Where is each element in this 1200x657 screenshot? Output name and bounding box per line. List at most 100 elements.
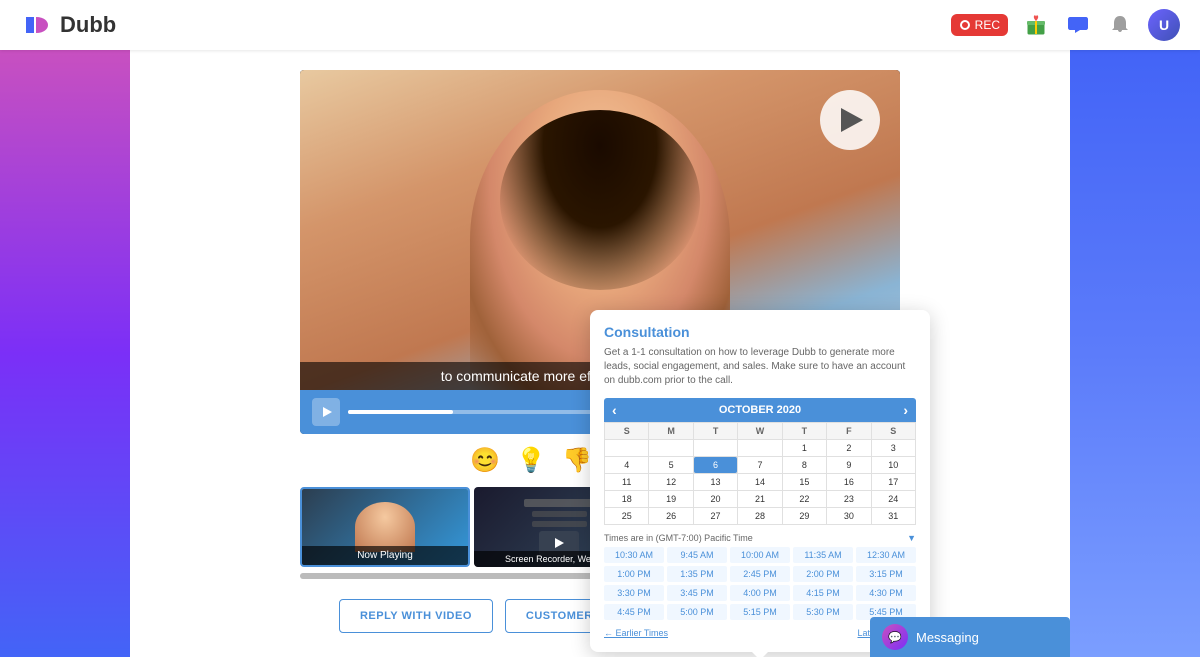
cal-day-25[interactable]: 25 bbox=[605, 508, 648, 524]
ctrl-play-button[interactable] bbox=[312, 398, 340, 426]
content-area: to communicate more efficiently, more pe… bbox=[130, 50, 1070, 657]
cal-day-16[interactable]: 16 bbox=[827, 474, 870, 490]
cal-day-11[interactable]: 11 bbox=[605, 474, 648, 490]
cal-day-1[interactable]: 1 bbox=[783, 440, 826, 456]
emoji-thumbsdown[interactable]: 👎 bbox=[562, 446, 592, 475]
cal-empty-2 bbox=[649, 440, 692, 456]
chat-icon bbox=[1067, 14, 1089, 36]
time-slot-8[interactable]: 2:45 PM bbox=[730, 566, 790, 582]
gift-icon bbox=[1025, 14, 1047, 36]
popup-title: Consultation bbox=[604, 324, 916, 340]
time-slot-17[interactable]: 5:00 PM bbox=[667, 604, 727, 620]
user-avatar[interactable]: U bbox=[1148, 9, 1180, 41]
cal-day-30[interactable]: 30 bbox=[827, 508, 870, 524]
time-slot-10[interactable]: 3:15 PM bbox=[856, 566, 916, 582]
time-slot-4[interactable]: 11:35 AM bbox=[793, 547, 853, 563]
consultation-popup: Consultation Get a 1-1 consultation on h… bbox=[590, 310, 930, 652]
cal-day-22[interactable]: 22 bbox=[783, 491, 826, 507]
record-icon bbox=[959, 19, 971, 31]
time-slot-1[interactable]: 10:30 AM bbox=[604, 547, 664, 563]
times-label-row: Times are in (GMT-7:00) Pacific Time ▼ bbox=[604, 533, 916, 543]
now-playing-label: Now Playing bbox=[302, 546, 468, 565]
cal-day-31[interactable]: 31 bbox=[872, 508, 915, 524]
cal-day-21[interactable]: 21 bbox=[738, 491, 781, 507]
cal-day-20[interactable]: 20 bbox=[694, 491, 737, 507]
time-slot-16[interactable]: 4:45 PM bbox=[604, 604, 664, 620]
time-slot-13[interactable]: 4:00 PM bbox=[730, 585, 790, 601]
timezone-dropdown[interactable]: ▼ bbox=[907, 533, 916, 543]
cal-day-t2: T bbox=[783, 423, 826, 439]
logo-text: Dubb bbox=[60, 12, 116, 38]
cal-day-10[interactable]: 10 bbox=[872, 457, 915, 473]
time-slot-18[interactable]: 5:15 PM bbox=[730, 604, 790, 620]
cal-empty-3 bbox=[694, 440, 737, 456]
cal-day-8[interactable]: 8 bbox=[783, 457, 826, 473]
chat-icon-btn[interactable] bbox=[1064, 11, 1092, 39]
record-label: REC bbox=[975, 18, 1000, 32]
cal-day-5[interactable]: 5 bbox=[649, 457, 692, 473]
cal-day-14[interactable]: 14 bbox=[738, 474, 781, 490]
calendar-grid: S M T W T F S 1 2 3 4 5 bbox=[604, 422, 916, 525]
cal-day-f: F bbox=[827, 423, 870, 439]
cal-day-19[interactable]: 19 bbox=[649, 491, 692, 507]
cal-prev-button[interactable]: ‹ bbox=[612, 402, 617, 418]
cal-day-12[interactable]: 12 bbox=[649, 474, 692, 490]
cal-day-13[interactable]: 13 bbox=[694, 474, 737, 490]
ctrl-play-icon bbox=[323, 407, 332, 417]
play-button-overlay[interactable] bbox=[820, 90, 880, 150]
left-sidebar bbox=[0, 50, 130, 657]
cal-day-23[interactable]: 23 bbox=[827, 491, 870, 507]
cal-day-18[interactable]: 18 bbox=[605, 491, 648, 507]
time-slot-19[interactable]: 5:30 PM bbox=[793, 604, 853, 620]
cal-day-24[interactable]: 24 bbox=[872, 491, 915, 507]
thumb-item-1[interactable]: Now Playing bbox=[300, 487, 470, 567]
header: Dubb REC U bbox=[0, 0, 1200, 50]
popup-description: Get a 1-1 consultation on how to leverag… bbox=[604, 346, 916, 388]
time-slot-6[interactable]: 1:00 PM bbox=[604, 566, 664, 582]
time-slot-12[interactable]: 3:45 PM bbox=[667, 585, 727, 601]
cal-day-m: M bbox=[649, 423, 692, 439]
time-slot-15[interactable]: 4:30 PM bbox=[856, 585, 916, 601]
times-label: Times are in (GMT-7:00) Pacific Time bbox=[604, 533, 753, 543]
cal-day-w: W bbox=[738, 423, 781, 439]
messaging-bar[interactable]: 💬 Messaging bbox=[870, 617, 1070, 657]
emoji-smile[interactable]: 😊 bbox=[470, 446, 500, 475]
cal-day-t1: T bbox=[694, 423, 737, 439]
cal-day-17[interactable]: 17 bbox=[872, 474, 915, 490]
calendar-month: OCTOBER 2020 bbox=[719, 404, 801, 416]
cal-day-4[interactable]: 4 bbox=[605, 457, 648, 473]
cal-day-6[interactable]: 6 bbox=[694, 457, 737, 473]
cal-day-3[interactable]: 3 bbox=[872, 440, 915, 456]
bell-icon bbox=[1109, 14, 1131, 36]
time-slot-2[interactable]: 9:45 AM bbox=[667, 547, 727, 563]
time-slot-11[interactable]: 3:30 PM bbox=[604, 585, 664, 601]
earlier-times-link[interactable]: ← Earlier Times bbox=[604, 628, 668, 638]
cal-day-9[interactable]: 9 bbox=[827, 457, 870, 473]
times-grid: 10:30 AM 9:45 AM 10:00 AM 11:35 AM 12:30… bbox=[604, 547, 916, 620]
time-slot-3[interactable]: 10:00 AM bbox=[730, 547, 790, 563]
emoji-idea[interactable]: 💡 bbox=[516, 446, 546, 475]
time-slot-5[interactable]: 12:30 AM bbox=[856, 547, 916, 563]
record-button[interactable]: REC bbox=[951, 14, 1008, 36]
cal-day-2[interactable]: 2 bbox=[827, 440, 870, 456]
cal-day-28[interactable]: 28 bbox=[738, 508, 781, 524]
gift-icon-btn[interactable] bbox=[1022, 11, 1050, 39]
bell-icon-btn[interactable] bbox=[1106, 11, 1134, 39]
messaging-label: Messaging bbox=[916, 630, 979, 645]
cal-day-7[interactable]: 7 bbox=[738, 457, 781, 473]
cal-day-29[interactable]: 29 bbox=[783, 508, 826, 524]
play-triangle-icon bbox=[841, 108, 863, 132]
cal-next-button[interactable]: › bbox=[903, 402, 908, 418]
cal-day-26[interactable]: 26 bbox=[649, 508, 692, 524]
time-slot-7[interactable]: 1:35 PM bbox=[667, 566, 727, 582]
time-slot-14[interactable]: 4:15 PM bbox=[793, 585, 853, 601]
messaging-avatar: 💬 bbox=[882, 624, 908, 650]
progress-fill bbox=[348, 410, 453, 414]
cal-day-27[interactable]: 27 bbox=[694, 508, 737, 524]
reply-with-video-button[interactable]: REPLY WITH VIDEO bbox=[339, 599, 493, 633]
right-sidebar bbox=[1070, 50, 1200, 657]
logo[interactable]: Dubb bbox=[20, 9, 116, 41]
cal-day-15[interactable]: 15 bbox=[783, 474, 826, 490]
time-slot-9[interactable]: 2:00 PM bbox=[793, 566, 853, 582]
dubb-logo-icon bbox=[20, 9, 52, 41]
